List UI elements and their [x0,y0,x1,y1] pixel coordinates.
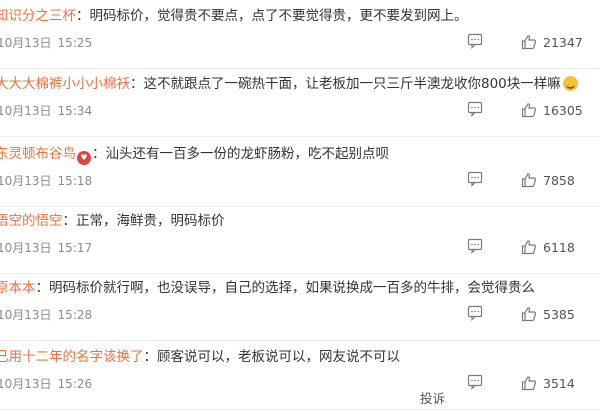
comment-date: 10月13日 [0,174,52,188]
comment-line: 东灵顿布谷鸟 ♥ ：汕头还有一百多一份的龙虾肠粉，吃不起别点呗 [0,144,389,165]
comment-username[interactable]: 知识分之三杯 [0,8,76,24]
thumbs-up-icon [521,306,537,322]
comment-item: 知识分之三杯：明码标价，觉得贵不要点，点了不要觉得贵，更不要发到网上。 10月13… [0,0,600,69]
thumbs-up-icon [521,239,537,255]
verified-badge-icon: ♥ [77,151,91,165]
like-count: 16305 [543,102,583,118]
comment-text: ：明码标价就行啊，也没误导，自己的选择，如果说换成一百多的牛排，会觉得贵么 [35,280,536,296]
comment-icon[interactable] [467,305,483,321]
like-count: 5385 [543,306,575,322]
thumbs-up-icon [521,172,537,188]
like-button[interactable]: 21347 [521,33,583,51]
comment-username[interactable]: 已用十二年的名字该换了 [0,349,144,365]
comment-meta: 10月13日 15:18 [0,172,92,189]
comment-date: 10月13日 [0,36,52,50]
comment-line: 知识分之三杯：明码标价，觉得贵不要点，点了不要觉得贵，更不要发到网上。 [0,6,468,26]
comment-line: 已用十二年的名字该换了：顾客说可以，老板说可以，网友说不可以 [0,347,400,367]
comment-line: 大大大棉裤小小小棉袄：这不就跟点了一碗热干面，让老板加一只三斤半澳龙收你800块… [0,74,578,94]
comment-time: 15:28 [57,308,93,322]
comment-line: 原本本：明码标价就行啊，也没误导，自己的选择，如果说换成一百多的牛排，会觉得贵么 [0,278,535,298]
comment-username[interactable]: 悟空的悟空 [0,213,63,229]
comment-time: 15:26 [57,377,93,391]
comment-date: 10月13日 [0,308,52,322]
like-button[interactable]: 3514 [521,374,575,392]
like-count: 7858 [543,172,575,188]
comment-time: 15:18 [57,174,93,188]
comment-text: ：正常，海鲜贵，明码标价 [62,213,225,229]
comment-date: 10月13日 [0,241,52,255]
like-button[interactable]: 5385 [521,305,575,323]
comment-item: 东灵顿布谷鸟 ♥ ：汕头还有一百多一份的龙虾肠粉，吃不起别点呗 10月13日 15:18… [0,138,600,207]
comment-time: 15:17 [57,241,93,255]
like-count: 3514 [543,375,575,391]
comment-item: 大大大棉裤小小小棉袄：这不就跟点了一碗热干面，让老板加一只三斤半澳龙收你800块… [0,68,600,137]
comment-meta: 10月13日 15:25 [0,34,92,51]
comment-line: 悟空的悟空：正常，海鲜贵，明码标价 [0,211,225,231]
thumbs-up-icon [521,102,537,118]
comment-text: ：这不就跟点了一碗热干面，让老板加一只三斤半澳龙收你800块一样嘛 [130,76,561,92]
comment-icon[interactable] [467,374,483,390]
comment-meta: 10月13日 15:34 [0,102,92,119]
comment-username[interactable]: 大大大棉裤小小小棉袄 [0,76,130,92]
laugh-emoji-icon [562,76,578,91]
comment-date: 10月13日 [0,377,52,391]
comment-time: 15:34 [57,104,93,118]
comment-icon[interactable] [467,171,483,187]
like-button[interactable]: 16305 [521,101,583,119]
comment-icon[interactable] [467,33,483,49]
report-link[interactable]: 投诉 [420,388,445,407]
thumbs-up-icon [521,375,537,391]
comment-meta: 10月13日 15:17 [0,239,92,256]
comment-text: ：明码标价，觉得贵不要点，点了不要觉得贵，更不要发到网上。 [76,8,468,24]
comment-item: 悟空的悟空：正常，海鲜贵，明码标价 10月13日 15:17 6118 [0,205,600,274]
comment-time: 15:25 [57,36,93,50]
comment-meta: 10月13日 15:28 [0,306,92,323]
comment-item: 已用十二年的名字该换了：顾客说可以，老板说可以，网友说不可以 10月13日 15:2… [0,341,600,410]
comment-date: 10月13日 [0,104,52,118]
comment-username[interactable]: 东灵顿布谷鸟 [0,146,76,162]
comment-icon[interactable] [467,101,483,117]
thumbs-up-icon [521,34,537,50]
comment-text: ：汕头还有一百多一份的龙虾肠粉，吃不起别点呗 [92,146,389,162]
comment-meta: 10月13日 15:26 [0,375,92,392]
comment-username[interactable]: 原本本 [0,280,36,296]
like-button[interactable]: 6118 [521,238,575,256]
comment-icon[interactable] [467,238,483,254]
comment-text: ：顾客说可以，老板说可以，网友说不可以 [143,349,401,365]
like-button[interactable]: 7858 [521,171,575,189]
comment-item: 原本本：明码标价就行啊，也没误导，自己的选择，如果说换成一百多的牛排，会觉得贵么… [0,272,600,341]
like-count: 21347 [543,34,583,50]
like-count: 6118 [543,239,575,255]
